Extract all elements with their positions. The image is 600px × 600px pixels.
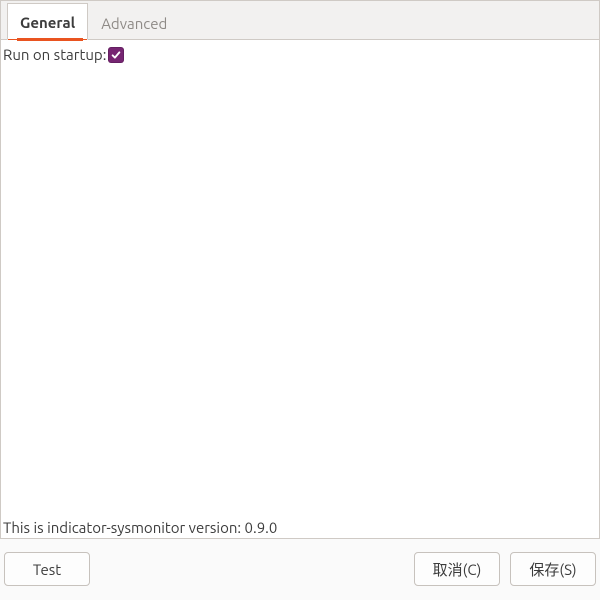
test-button[interactable]: Test: [4, 552, 90, 586]
tab-advanced[interactable]: Advanced: [88, 4, 180, 40]
run-on-startup-row: Run on startup:: [3, 44, 597, 63]
tab-general-label: General: [20, 14, 75, 31]
run-on-startup-label: Run on startup:: [3, 46, 106, 63]
test-button-label: Test: [33, 561, 61, 578]
active-tab-indicator: [17, 38, 83, 41]
save-button[interactable]: 保存(S): [510, 552, 596, 586]
dialog-button-bar: Test 取消(C) 保存(S): [0, 547, 600, 591]
cancel-button[interactable]: 取消(C): [414, 552, 500, 586]
tab-panel-general: Run on startup: This is indicator-sysmon…: [0, 40, 600, 539]
version-text: This is indicator-sysmonitor version: 0.…: [3, 519, 277, 536]
tab-bar: General Advanced: [0, 0, 600, 40]
tab-advanced-label: Advanced: [101, 15, 167, 32]
tab-general[interactable]: General: [7, 3, 88, 40]
checkmark-icon: [110, 49, 122, 61]
run-on-startup-checkbox[interactable]: [108, 47, 124, 63]
cancel-button-label: 取消(C): [433, 559, 482, 580]
save-button-label: 保存(S): [529, 559, 576, 580]
